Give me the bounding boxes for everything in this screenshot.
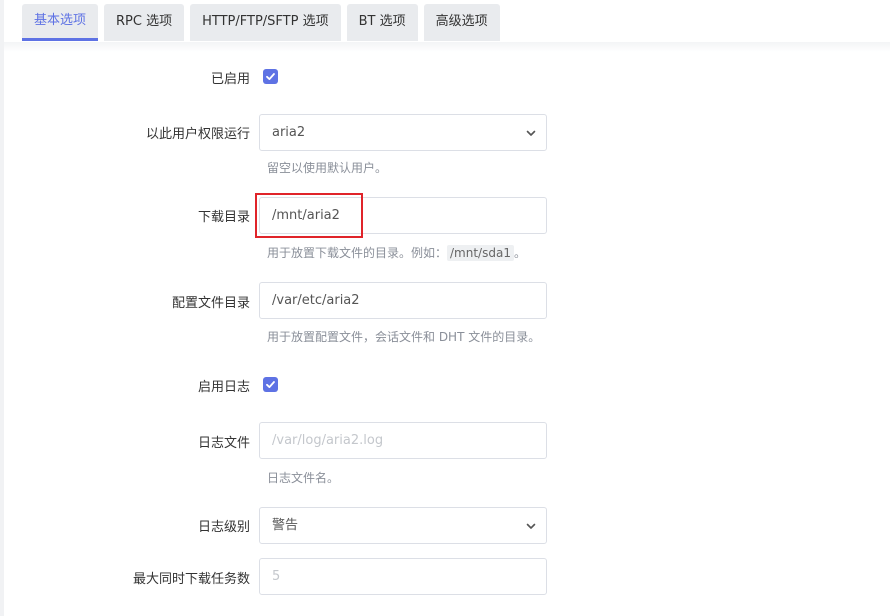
left-edge xyxy=(0,0,4,616)
log-level-label: 日志级别 xyxy=(197,520,250,535)
config-dir-label: 配置文件目录 xyxy=(171,296,250,311)
tab-divider xyxy=(4,42,890,52)
tab-http-ftp-sftp-options[interactable]: HTTP/FTP/SFTP 选项 xyxy=(190,4,341,41)
enabled-label: 已启用 xyxy=(210,72,250,87)
log-file-help: 日志文件名。 xyxy=(267,471,340,485)
run-as-user-label: 以此用户权限运行 xyxy=(145,127,250,142)
chevron-down-icon xyxy=(526,130,536,136)
config-dir-input[interactable]: /var/etc/aria2 xyxy=(259,282,547,319)
download-dir-help: 用于放置下载文件的目录。例如：/mnt/sda1。 xyxy=(267,244,526,261)
highlight-annotation xyxy=(255,193,363,238)
check-icon xyxy=(266,73,275,80)
tab-bt-options[interactable]: BT 选项 xyxy=(346,4,418,41)
max-concurrent-input[interactable]: 5 xyxy=(259,558,547,595)
tab-basic-options[interactable]: 基本选项 xyxy=(22,4,99,41)
download-dir-help-suffix: 。 xyxy=(513,246,526,260)
download-dir-help-text: 用于放置下载文件的目录。例如： xyxy=(267,246,448,260)
config-dir-value: /var/etc/aria2 xyxy=(272,293,360,308)
chevron-down-icon xyxy=(526,523,536,529)
enabled-checkbox[interactable] xyxy=(263,69,278,84)
tab-rpc-options[interactable]: RPC 选项 xyxy=(104,4,185,41)
check-icon xyxy=(266,381,275,388)
max-concurrent-placeholder: 5 xyxy=(272,569,281,584)
download-dir-label: 下载目录 xyxy=(197,210,250,225)
config-dir-help: 用于放置配置文件，会话文件和 DHT 文件的目录。 xyxy=(267,330,541,344)
run-as-user-select[interactable]: aria2 xyxy=(259,114,547,151)
tab-advanced-options[interactable]: 高级选项 xyxy=(423,4,500,41)
log-file-placeholder: /var/log/aria2.log xyxy=(272,433,384,448)
max-concurrent-label: 最大同时下载任务数 xyxy=(132,572,250,587)
enable-log-label: 启用日志 xyxy=(197,380,250,395)
run-as-user-help: 留空以使用默认用户。 xyxy=(267,161,388,175)
log-file-input[interactable]: /var/log/aria2.log xyxy=(259,422,547,459)
run-as-user-value: aria2 xyxy=(272,125,306,140)
log-level-select[interactable]: 警告 xyxy=(259,507,547,544)
log-level-value: 警告 xyxy=(272,518,299,533)
tab-bar: 基本选项 RPC 选项 HTTP/FTP/SFTP 选项 BT 选项 高级选项 xyxy=(22,4,506,42)
log-file-label: 日志文件 xyxy=(197,436,250,451)
download-dir-help-example: /mnt/sda1 xyxy=(447,245,514,261)
enable-log-checkbox[interactable] xyxy=(263,377,278,392)
